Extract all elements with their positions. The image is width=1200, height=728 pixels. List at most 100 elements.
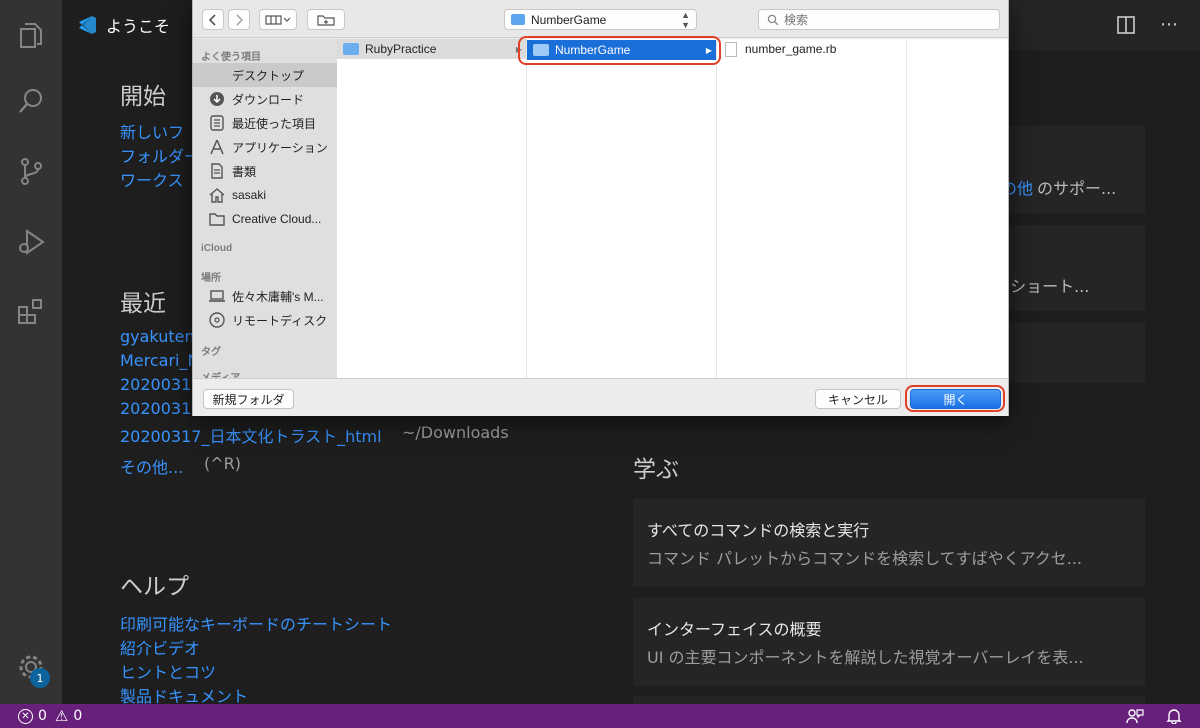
warning-icon: ⚠ bbox=[54, 707, 69, 725]
forward-button[interactable] bbox=[228, 9, 250, 30]
explorer-icon[interactable] bbox=[0, 4, 62, 66]
documents-icon bbox=[208, 162, 226, 180]
download-icon bbox=[208, 90, 226, 108]
recent-item[interactable]: Mercari_N bbox=[120, 351, 199, 370]
problems-status[interactable]: ✕ 0 ⚠ 0 bbox=[18, 706, 82, 726]
location-label: NumberGame bbox=[531, 12, 607, 27]
card-title: すべてのコマンドの検索と実行 bbox=[647, 521, 870, 540]
feedback-icon[interactable] bbox=[1126, 708, 1144, 728]
open-workspace-link[interactable]: ワークス bbox=[120, 167, 184, 191]
recent-item[interactable]: 2020031 bbox=[120, 399, 191, 418]
start-heading: 開始 bbox=[120, 84, 166, 110]
search-icon bbox=[767, 14, 779, 25]
folder-icon bbox=[511, 14, 525, 25]
recents-icon bbox=[208, 114, 226, 132]
sidebar-item-documents[interactable]: 書類 bbox=[193, 159, 337, 183]
dialog-sidebar: よく使う項目 デスクトップ ダウンロード 最近使った項目 アプリケーション 書類… bbox=[193, 39, 337, 378]
split-editor-icon[interactable] bbox=[1116, 15, 1136, 35]
sidebar-item-creative-cloud[interactable]: Creative Cloud... bbox=[193, 207, 337, 231]
tab-welcome[interactable]: ようこそ bbox=[62, 0, 202, 50]
vscode-logo-icon bbox=[79, 16, 96, 34]
recent-item-path: ~/Downloads bbox=[402, 423, 509, 442]
source-control-icon[interactable] bbox=[0, 140, 62, 202]
learn-card-interface[interactable]: インターフェイスの概要 UI の主要コンポーネントを解説した視覚オーバーレイを表… bbox=[633, 598, 1145, 686]
browser-column bbox=[907, 39, 1007, 378]
view-mode-button[interactable] bbox=[259, 9, 297, 30]
activity-bar: 1 bbox=[0, 0, 62, 704]
column-view-icon bbox=[265, 14, 291, 25]
card-title: インターフェイスの概要 bbox=[647, 620, 822, 639]
dialog-toolbar: NumberGame ▲ ▼ bbox=[193, 0, 1008, 38]
sidebar-item-recents[interactable]: 最近使った項目 bbox=[193, 111, 337, 135]
search-icon[interactable] bbox=[0, 70, 62, 132]
sidebar-item-applications[interactable]: アプリケーション bbox=[193, 135, 337, 159]
document-icon bbox=[725, 41, 737, 57]
dialog-button-bar: 新規フォルダ キャンセル 開く bbox=[193, 378, 1008, 416]
row-label: RubyPractice bbox=[365, 42, 437, 56]
home-icon bbox=[208, 186, 226, 204]
more-actions-icon[interactable]: ⋯ bbox=[1158, 15, 1180, 35]
favorites-heading: よく使う項目 bbox=[201, 52, 261, 63]
card-desc: UI の主要コンポーネントを解説した視覚オーバーレイを表... bbox=[647, 648, 1084, 667]
help-link-videos[interactable]: 紹介ビデオ bbox=[120, 635, 200, 659]
chevron-right-icon bbox=[236, 13, 243, 26]
new-folder-button[interactable]: 新規フォルダ bbox=[203, 389, 294, 409]
tab-title: ようこそ bbox=[106, 17, 171, 36]
card-desc: コマンド パレットからコマンドを検索してすばやくアクセ... bbox=[647, 549, 1083, 568]
applications-icon bbox=[208, 138, 226, 156]
desktop-icon bbox=[208, 66, 226, 84]
learn-card-commands[interactable]: すべてのコマンドの検索と実行 コマンド パレットからコマンドを検索してすばやくア… bbox=[633, 499, 1145, 587]
sidebar-item-label: デスクトップ bbox=[232, 68, 305, 83]
new-file-link[interactable]: 新しいフ bbox=[120, 119, 184, 143]
settings-gear-icon[interactable]: 1 bbox=[0, 636, 62, 698]
cancel-button[interactable]: キャンセル bbox=[815, 389, 901, 409]
sidebar-item-label: 佐々木庸輔's M... bbox=[232, 289, 324, 304]
sidebar-item-label: Creative Cloud... bbox=[232, 212, 322, 226]
disc-icon bbox=[208, 311, 226, 329]
updown-chevron-icon: ▲ ▼ bbox=[681, 10, 690, 30]
highlight-ring-open bbox=[905, 385, 1005, 412]
new-folder-toolbar-button[interactable] bbox=[307, 9, 345, 30]
search-field[interactable] bbox=[758, 9, 1000, 30]
error-icon: ✕ bbox=[18, 708, 33, 724]
folder-row-rubypractice[interactable]: RubyPractice ▶ bbox=[337, 39, 526, 59]
sidebar-item-label: sasaki bbox=[232, 188, 267, 202]
sidebar-item-home[interactable]: sasaki bbox=[193, 183, 337, 207]
folder-icon bbox=[343, 43, 359, 55]
recent-item[interactable]: 2020031 bbox=[120, 375, 191, 394]
recent-more-link[interactable]: その他... bbox=[120, 454, 183, 478]
location-popup[interactable]: NumberGame ▲ ▼ bbox=[504, 9, 697, 30]
browser-column: number_game.rb bbox=[717, 39, 907, 378]
sidebar-item-downloads[interactable]: ダウンロード bbox=[193, 87, 337, 111]
folder-icon bbox=[208, 210, 226, 228]
sidebar-item-mac[interactable]: 佐々木庸輔's M... bbox=[193, 284, 337, 308]
recent-item[interactable]: 20200317_日本文化トラスト_html bbox=[120, 423, 382, 447]
back-button[interactable] bbox=[202, 9, 224, 30]
highlight-ring-folder bbox=[518, 36, 721, 65]
warning-count: 0 bbox=[73, 708, 83, 724]
browser-column: RubyPractice ▶ bbox=[337, 39, 527, 378]
help-link-cheatsheet[interactable]: 印刷可能なキーボードのチートシート bbox=[120, 611, 392, 635]
sidebar-item-label: アプリケーション bbox=[232, 140, 328, 155]
run-debug-icon[interactable] bbox=[0, 210, 62, 272]
sidebar-item-remote-disc[interactable]: リモートディスク bbox=[193, 308, 337, 332]
learn-card[interactable] bbox=[633, 696, 1145, 704]
status-bar: ✕ 0 ⚠ 0 bbox=[0, 704, 1200, 728]
search-input[interactable] bbox=[784, 12, 984, 27]
notifications-bell-icon[interactable] bbox=[1166, 708, 1182, 728]
settings-badge: 1 bbox=[30, 668, 50, 688]
error-count: 0 bbox=[38, 708, 47, 724]
learn-heading: 学ぶ bbox=[633, 457, 679, 483]
new-folder-icon bbox=[317, 14, 335, 26]
extensions-icon[interactable] bbox=[0, 280, 62, 342]
file-row-number-game[interactable]: number_game.rb bbox=[717, 39, 906, 59]
recent-item[interactable]: gyakuten bbox=[120, 327, 195, 346]
browser-column: NumberGame ▶ bbox=[527, 39, 717, 378]
laptop-icon bbox=[208, 287, 226, 305]
open-folder-link[interactable]: フォルダー bbox=[120, 143, 200, 167]
sidebar-item-desktop[interactable]: デスクトップ bbox=[193, 63, 337, 87]
help-link-tips[interactable]: ヒントとコツ bbox=[120, 659, 216, 683]
icloud-heading: iCloud bbox=[201, 243, 233, 254]
vscode-window: 1 ようこそ ⋯ 開始 新しいフ フォルダー ワークス 最近 gyakuten … bbox=[0, 0, 1200, 728]
recent-more-shortcut: (^R) bbox=[204, 454, 242, 473]
